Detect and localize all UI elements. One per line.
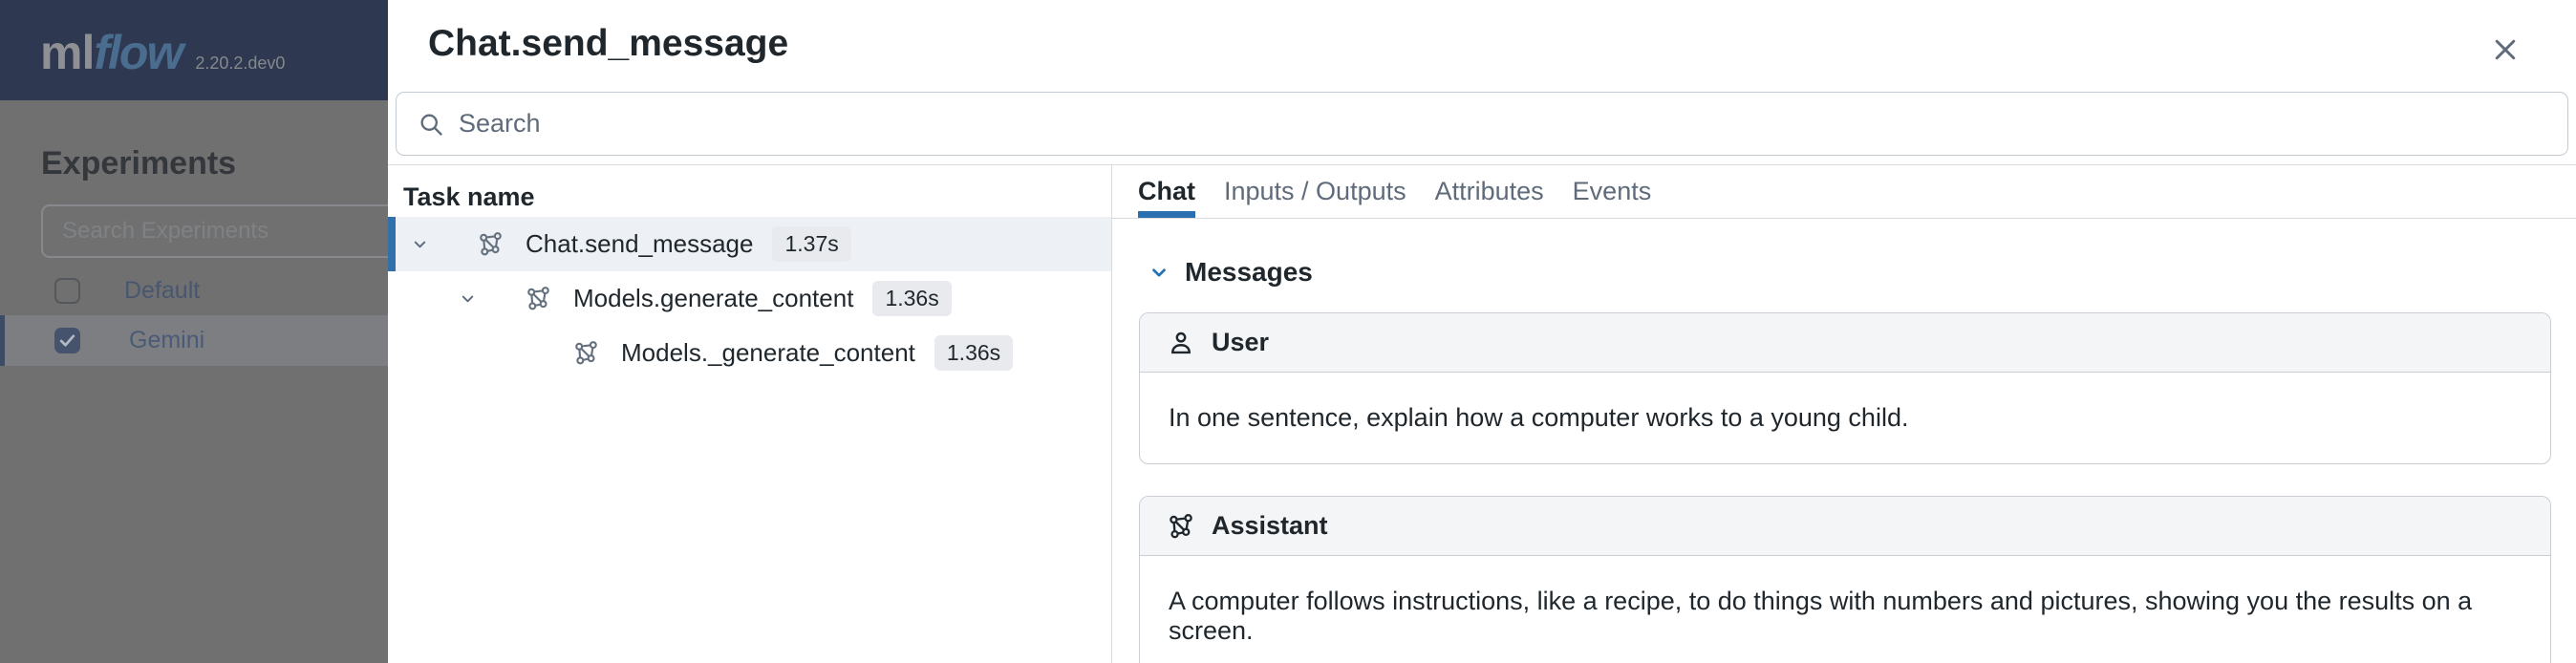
duration-badge: 1.37s <box>772 226 850 262</box>
tree-row-models-generate-content[interactable]: Models.generate_content 1.36s <box>388 271 1111 326</box>
message-card-assistant: Assistant A computer follows instruction… <box>1139 496 2551 663</box>
message-role: User <box>1212 328 1269 357</box>
span-detail-panel: Chat Inputs / Outputs Attributes Events … <box>1112 165 2576 663</box>
span-name[interactable]: Chat.send_message <box>526 229 753 259</box>
checkbox-unchecked[interactable] <box>54 278 80 304</box>
experiment-label[interactable]: Default <box>124 277 200 305</box>
experiments-sidebar: mlflow 2.20.2.dev0 Experiments Default G… <box>0 0 388 663</box>
search-icon <box>418 111 444 138</box>
messages-section-title: Messages <box>1185 257 1313 288</box>
check-icon <box>58 332 76 350</box>
message-card-header: User <box>1140 313 2550 373</box>
message-content: In one sentence, explain how a computer … <box>1140 373 2550 463</box>
mlflow-logo: ml <box>40 25 94 80</box>
tree-row-chat-send-message[interactable]: Chat.send_message 1.37s <box>388 217 1111 271</box>
close-button[interactable] <box>2482 27 2528 73</box>
tab-chat[interactable]: Chat <box>1138 165 1195 218</box>
message-content: A computer follows instructions, like a … <box>1140 556 2550 663</box>
messages-section-toggle[interactable]: Messages <box>1148 257 2576 288</box>
tab-inputs-outputs[interactable]: Inputs / Outputs <box>1224 165 1406 218</box>
span-name[interactable]: Models._generate_content <box>621 338 915 368</box>
span-search-bar[interactable] <box>396 92 2568 156</box>
duration-badge: 1.36s <box>934 335 1013 371</box>
sidebar-heading: Experiments <box>41 145 236 182</box>
message-card-header: Assistant <box>1140 497 2550 556</box>
chevron-down-icon[interactable] <box>411 235 459 253</box>
span-icon <box>478 231 504 257</box>
trace-detail-modal: Chat.send_message Task name Chat.send_me… <box>388 0 2576 663</box>
experiments-search-input[interactable] <box>41 204 388 258</box>
experiment-item-gemini[interactable]: Gemini <box>0 315 388 366</box>
app-header: mlflow 2.20.2.dev0 <box>0 0 388 100</box>
assistant-icon <box>1168 513 1194 540</box>
span-search-input[interactable] <box>459 109 2546 139</box>
message-card-user: User In one sentence, explain how a comp… <box>1139 312 2551 464</box>
experiment-label[interactable]: Gemini <box>129 327 204 354</box>
span-tree-panel: Task name Chat.send_message 1.37s Models… <box>388 165 1111 663</box>
modal-title: Chat.send_message <box>428 23 788 65</box>
close-icon <box>2491 35 2520 64</box>
tree-row-models-internal-generate-content[interactable]: Models._generate_content 1.36s <box>388 326 1111 380</box>
span-name[interactable]: Models.generate_content <box>573 284 853 313</box>
checkbox-checked[interactable] <box>54 328 80 353</box>
tab-events[interactable]: Events <box>1573 165 1652 218</box>
experiment-item-default[interactable]: Default <box>0 267 388 315</box>
user-icon <box>1168 330 1194 356</box>
mlflow-logo-flow: flow <box>94 25 182 80</box>
span-icon <box>573 340 599 366</box>
chevron-down-icon[interactable] <box>459 289 506 308</box>
app-version: 2.20.2.dev0 <box>195 53 285 74</box>
message-role: Assistant <box>1212 511 1328 541</box>
detail-tabs: Chat Inputs / Outputs Attributes Events <box>1112 165 2576 219</box>
tree-column-header: Task name <box>403 182 535 212</box>
tab-attributes[interactable]: Attributes <box>1435 165 1544 218</box>
chevron-down-icon[interactable] <box>1148 262 1170 283</box>
duration-badge: 1.36s <box>872 281 951 316</box>
span-icon <box>526 286 551 311</box>
